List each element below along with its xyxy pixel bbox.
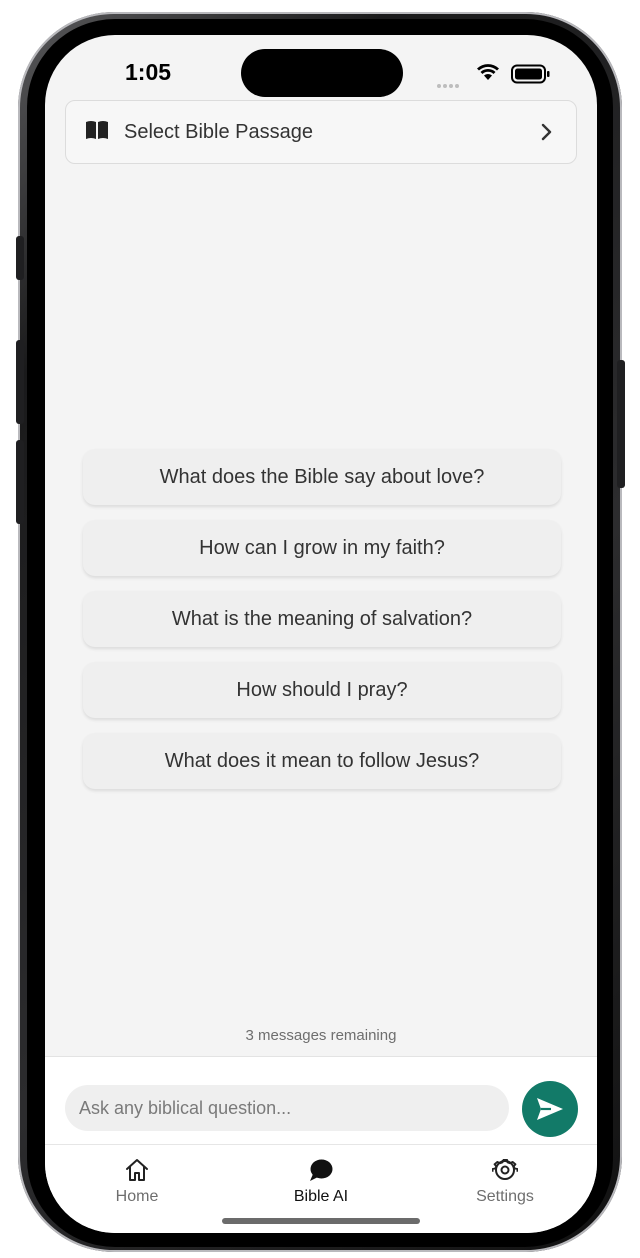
gear-icon (492, 1158, 518, 1180)
battery-icon (511, 64, 550, 84)
composer (45, 1056, 597, 1145)
send-icon (537, 1098, 563, 1120)
tab-settings[interactable]: Settings (435, 1145, 575, 1215)
action-button (16, 236, 24, 280)
question-input[interactable] (65, 1085, 509, 1131)
status-time: 1:05 (125, 59, 172, 85)
wifi-icon (477, 64, 499, 80)
status-bar: 1:05 (45, 35, 597, 97)
suggestion-list: What does the Bible say about love? How … (83, 449, 561, 804)
messages-remaining-text: 3 messages remaining (245, 1027, 397, 1044)
book-icon (86, 121, 108, 139)
volume-down-button (16, 440, 24, 524)
power-button (617, 360, 625, 488)
select-passage-label: Select Bible Passage (124, 121, 314, 143)
home-indicator (222, 1218, 420, 1224)
app-screen: 1:05 Select Bible Passage What does the … (45, 35, 597, 1233)
signal-icon (437, 75, 461, 93)
tab-bible-ai[interactable]: Bible AI (251, 1145, 391, 1215)
suggestion-chip[interactable]: How should I pray? (83, 662, 561, 718)
select-passage-button[interactable]: Select Bible Passage (65, 100, 577, 164)
send-button[interactable] (522, 1081, 578, 1137)
tab-bible-ai-label: Bible AI (293, 1188, 349, 1205)
tab-home-label: Home (115, 1188, 159, 1205)
volume-up-button (16, 340, 24, 424)
home-icon (126, 1159, 148, 1181)
chat-bubble-icon (310, 1159, 333, 1181)
suggestion-chip[interactable]: What is the meaning of salvation? (83, 591, 561, 647)
tab-bar: Home Bible AI Settings (45, 1144, 597, 1233)
dynamic-island (241, 49, 403, 97)
suggestion-chip[interactable]: What does it mean to follow Jesus? (83, 733, 561, 789)
suggestion-chip[interactable]: How can I grow in my faith? (83, 520, 561, 576)
suggestion-chip[interactable]: What does the Bible say about love? (83, 449, 561, 505)
tab-home[interactable]: Home (67, 1145, 207, 1215)
tab-settings-label: Settings (476, 1188, 534, 1205)
chevron-right-icon (541, 123, 552, 141)
